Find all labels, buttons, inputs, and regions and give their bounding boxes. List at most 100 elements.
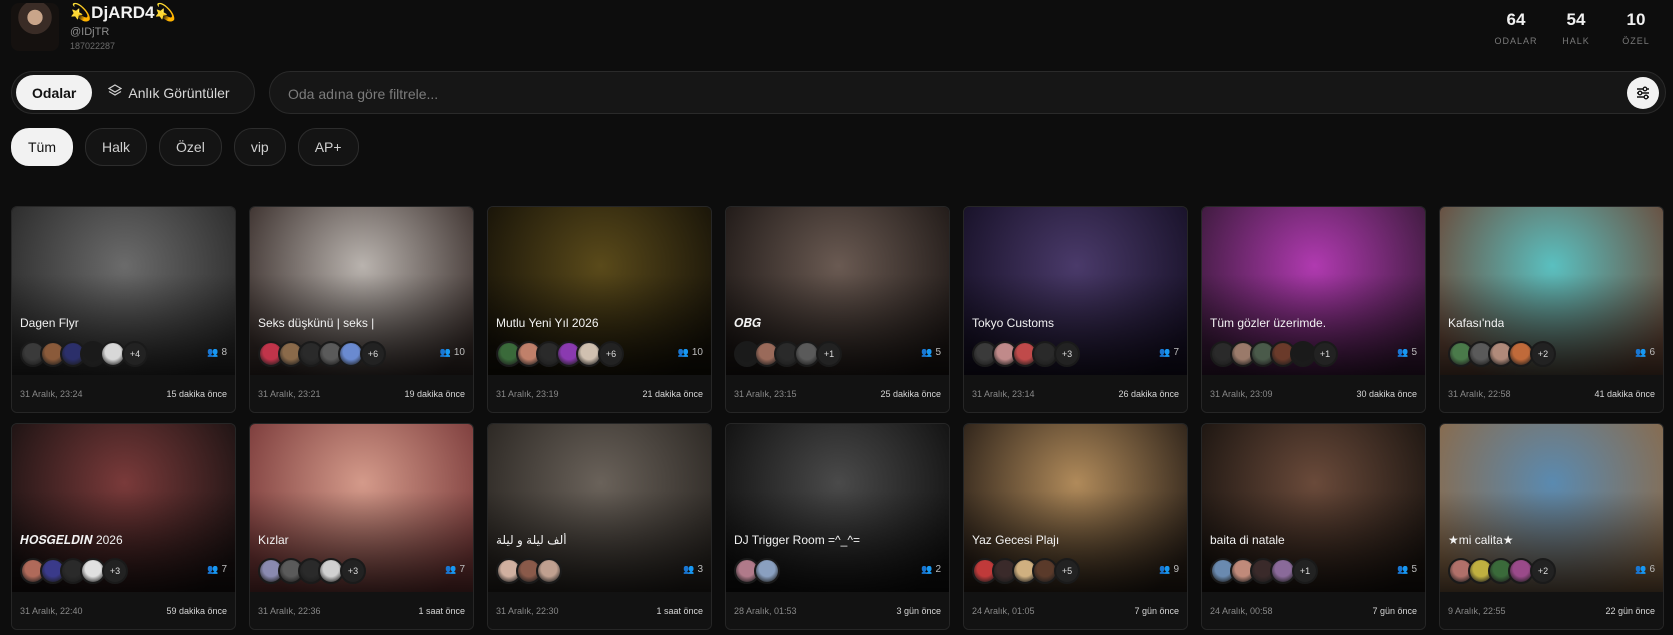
room-card-footer: 31 Aralık, 22:40 59 dakika önce bbox=[12, 592, 235, 629]
room-title: Yaz Gecesi Plajı bbox=[972, 533, 1060, 547]
member-count-value: 6 bbox=[1649, 347, 1655, 358]
stat-label: ODALAR bbox=[1494, 36, 1538, 46]
room-member-count: 👥 3 bbox=[683, 564, 703, 575]
room-member-count: 👥 10 bbox=[440, 347, 465, 358]
member-count-value: 7 bbox=[459, 564, 465, 575]
room-member-avatars: +5 bbox=[972, 558, 1080, 584]
room-last-active: 21 dakika önce bbox=[642, 389, 703, 399]
room-member-count: 👥 5 bbox=[1397, 564, 1417, 575]
room-card[interactable]: Seks düşkünü | seks | +6 👥 10 31 Aralık, 23:… bbox=[249, 206, 474, 413]
room-title: ★mi calita★ bbox=[1448, 533, 1514, 547]
room-date: 31 Aralık, 22:58 bbox=[1448, 389, 1511, 399]
room-card[interactable]: 𝑶𝑩𝑮 +1 👥 5 31 Aralık, 23:15 25 dakika önce bbox=[725, 206, 950, 413]
profile-info: 💫DjARD4💫 @IDjTR 187022287 bbox=[70, 3, 176, 51]
room-card[interactable]: DJ Trigger Room =^_^= 👥 2 28 Aralık, 01:53 3… bbox=[725, 423, 950, 630]
room-card[interactable]: ألف ليلة و ليلة 👥 3 31 Aralık, 22:30 1 saat … bbox=[487, 423, 712, 630]
category-chips: Tüm Halk Özel vip AP+ bbox=[11, 128, 359, 166]
room-date: 31 Aralık, 23:09 bbox=[1210, 389, 1273, 399]
room-card[interactable]: Tüm gözler üzerimde. +1 👥 5 31 Aralık, 23:09… bbox=[1201, 206, 1426, 413]
room-member-count: 👥 7 bbox=[207, 564, 227, 575]
member-count-value: 7 bbox=[1173, 347, 1179, 358]
users-icon: 👥 bbox=[683, 564, 695, 574]
member-count-value: 6 bbox=[1649, 564, 1655, 575]
profile-uid: 187022287 bbox=[70, 41, 116, 51]
room-card[interactable]: Kızlar +3 👥 7 31 Aralık, 22:36 1 saat önce bbox=[249, 423, 474, 630]
room-card[interactable]: Yaz Gecesi Plajı +5 👥 9 24 Aralık, 01:05 7 gü… bbox=[963, 423, 1188, 630]
more-members-badge: +2 bbox=[1530, 341, 1556, 367]
room-title: Mutlu Yeni Yıl 2026 bbox=[496, 316, 599, 330]
tab-label: Odalar bbox=[32, 84, 77, 101]
room-title: baita di natale bbox=[1210, 533, 1285, 547]
tab-snapshots[interactable]: Anlık Görüntüler bbox=[92, 75, 245, 110]
room-card[interactable]: Dagen Flyr +4 👥 8 31 Aralık, 23:24 15 dakika … bbox=[11, 206, 236, 413]
room-card[interactable]: Tokyo Customs +3 👥 7 31 Aralık, 23:14 26 daki… bbox=[963, 206, 1188, 413]
tab-rooms[interactable]: Odalar bbox=[16, 75, 93, 110]
room-member-avatars: +3 bbox=[972, 341, 1080, 367]
stat-value: 10 bbox=[1626, 10, 1646, 29]
room-member-avatars: +3 bbox=[20, 558, 128, 584]
more-members-badge: +5 bbox=[1054, 558, 1080, 584]
room-title: Seks düşkünü | seks | bbox=[258, 316, 375, 330]
room-member-count: 👥 7 bbox=[445, 564, 465, 575]
room-last-active: 59 dakika önce bbox=[166, 606, 227, 616]
more-members-badge: +6 bbox=[360, 341, 386, 367]
room-card[interactable]: 𝑯𝑶𝑺𝑮𝑬𝑳𝑫𝑰𝑵 2026 +3 👥 7 31 Aralık, 22:40 59 dak… bbox=[11, 423, 236, 630]
room-card[interactable]: Mutlu Yeni Yıl 2026 +6 👥 10 31 Aralık, 23:19… bbox=[487, 206, 712, 413]
filter-settings-button[interactable] bbox=[1627, 77, 1659, 109]
room-date: 31 Aralık, 23:24 bbox=[20, 389, 83, 399]
room-last-active: 25 dakika önce bbox=[880, 389, 941, 399]
room-member-count: 👥 9 bbox=[1159, 564, 1179, 575]
chip-public[interactable]: Halk bbox=[85, 128, 148, 166]
room-member-count: 👥 10 bbox=[678, 347, 703, 358]
member-count-value: 10 bbox=[453, 347, 465, 358]
room-last-active: 1 saat önce bbox=[418, 606, 465, 616]
room-card[interactable]: Kafası'nda +2 👥 6 31 Aralık, 22:58 41 dakika … bbox=[1439, 206, 1664, 413]
room-filter-input[interactable] bbox=[286, 72, 1590, 115]
chip-private[interactable]: Özel bbox=[159, 128, 222, 166]
room-card[interactable]: baita di natale +1 👥 5 24 Aralık, 00:58 7 gün… bbox=[1201, 423, 1426, 630]
stat-value: 64 bbox=[1506, 10, 1526, 29]
stat-private: 10 ÖZEL bbox=[1606, 10, 1666, 46]
room-title: ألف ليلة و ليلة bbox=[496, 533, 567, 547]
room-member-count: 👥 2 bbox=[921, 564, 941, 575]
more-members-badge: +1 bbox=[1292, 558, 1318, 584]
room-last-active: 41 dakika önce bbox=[1594, 389, 1655, 399]
room-card-footer: 24 Aralık, 00:58 7 gün önce bbox=[1202, 592, 1425, 629]
room-title: Dagen Flyr bbox=[20, 316, 79, 330]
room-member-count: 👥 5 bbox=[921, 347, 941, 358]
room-date: 9 Aralık, 22:55 bbox=[1448, 606, 1506, 616]
room-card-footer: 31 Aralık, 23:09 30 dakika önce bbox=[1202, 375, 1425, 412]
users-icon: 👥 bbox=[439, 347, 451, 357]
room-card-footer: 31 Aralık, 23:19 21 dakika önce bbox=[488, 375, 711, 412]
room-date: 31 Aralık, 23:15 bbox=[734, 389, 797, 399]
room-card-footer: 31 Aralık, 22:30 1 saat önce bbox=[488, 592, 711, 629]
users-icon: 👥 bbox=[1635, 347, 1647, 357]
room-title: 𝑯𝑶𝑺𝑮𝑬𝑳𝑫𝑰𝑵 2026 bbox=[20, 533, 123, 547]
profile-handle: @IDjTR bbox=[70, 26, 110, 38]
member-count-value: 10 bbox=[691, 347, 703, 358]
more-members-badge: +3 bbox=[1054, 341, 1080, 367]
member-avatar bbox=[754, 558, 780, 584]
users-icon: 👥 bbox=[207, 347, 219, 357]
room-last-active: 7 gün önce bbox=[1134, 606, 1179, 616]
more-members-badge: +1 bbox=[1312, 341, 1338, 367]
room-member-count: 👥 6 bbox=[1635, 347, 1655, 358]
stat-label: ÖZEL bbox=[1622, 36, 1650, 46]
chip-all[interactable]: Tüm bbox=[11, 128, 73, 166]
room-title: Tokyo Customs bbox=[972, 316, 1055, 330]
profile-avatar[interactable] bbox=[11, 3, 59, 51]
room-card[interactable]: ★mi calita★ +2 👥 6 9 Aralık, 22:55 22 gün önc… bbox=[1439, 423, 1664, 630]
room-member-avatars: +1 bbox=[1210, 558, 1318, 584]
profile-stats: 64 ODALAR 54 HALK 10 ÖZEL bbox=[1486, 10, 1666, 46]
room-member-avatars: +2 bbox=[1448, 558, 1556, 584]
room-date: 31 Aralık, 23:19 bbox=[496, 389, 559, 399]
room-title: Tüm gözler üzerimde. bbox=[1210, 316, 1327, 330]
profile-name: 💫DjARD4💫 bbox=[70, 3, 176, 22]
view-tabs: Odalar Anlık Görüntüler bbox=[11, 71, 255, 114]
chip-vip[interactable]: vip bbox=[233, 128, 286, 166]
sliders-icon bbox=[1637, 86, 1649, 100]
chip-ap-plus[interactable]: AP+ bbox=[297, 128, 359, 166]
room-date: 24 Aralık, 00:58 bbox=[1210, 606, 1273, 616]
profile-header: 💫DjARD4💫 @IDjTR 187022287 bbox=[11, 3, 176, 51]
room-member-avatars: +4 bbox=[20, 341, 148, 367]
